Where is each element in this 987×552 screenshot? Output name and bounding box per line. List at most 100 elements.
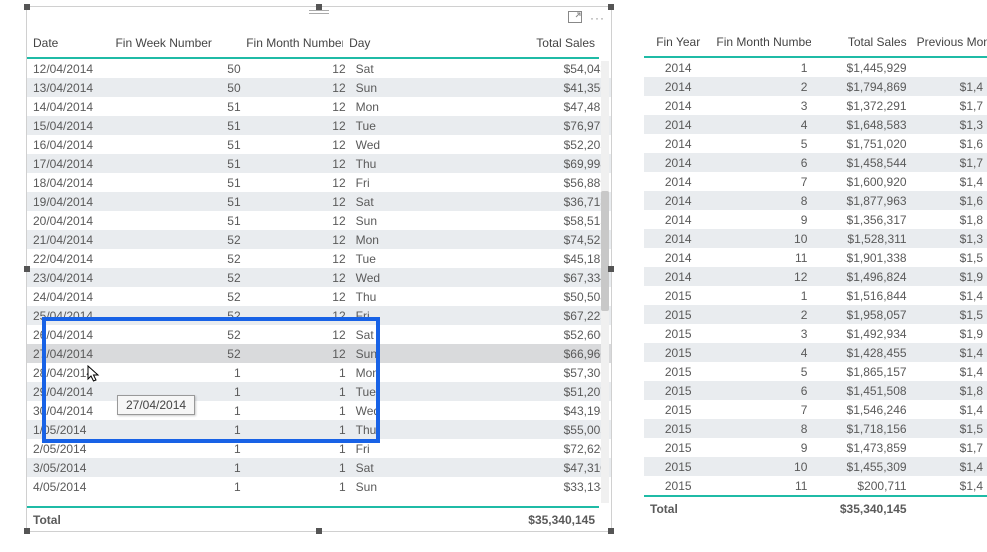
table-row[interactable]: 19/04/20145112Sat$36,713 [27, 192, 611, 211]
cell-fin-week[interactable]: 52 [111, 251, 245, 267]
cell-total-sales[interactable]: $1,455,309 [811, 459, 910, 475]
cell-fin-month[interactable]: 1 [710, 288, 811, 304]
cell-total-sales[interactable]: $67,334 [451, 270, 611, 286]
cell-fin-month[interactable]: 12 [245, 61, 350, 77]
cell-date[interactable]: 21/04/2014 [27, 232, 111, 248]
cell-day[interactable]: Sun [350, 479, 451, 495]
cell-fin-month[interactable]: 12 [245, 270, 350, 286]
cell-fin-month[interactable]: 3 [710, 326, 811, 342]
cell-total-sales[interactable]: $45,187 [451, 251, 611, 267]
table-row[interactable]: 20146$1,458,544$1,7 [644, 153, 987, 172]
cell-fin-week[interactable]: 52 [111, 270, 245, 286]
cell-total-sales[interactable]: $1,794,869 [811, 79, 910, 95]
cell-previous-month[interactable]: $1,9 [911, 326, 987, 342]
table-row[interactable]: 20141$1,445,929 [644, 58, 987, 77]
cell-fin-week[interactable]: 51 [111, 156, 245, 172]
cell-fin-year[interactable]: 2015 [644, 459, 710, 475]
cell-day[interactable]: Mon [350, 232, 451, 248]
cell-day[interactable]: Sat [350, 460, 451, 476]
cell-fin-week[interactable]: 52 [111, 232, 245, 248]
cell-fin-month[interactable]: 12 [245, 251, 350, 267]
cell-previous-month[interactable]: $1,5 [911, 250, 987, 266]
table-row[interactable]: 12/04/20145012Sat$54,043 [27, 59, 611, 78]
cell-total-sales[interactable]: $1,451,508 [811, 383, 910, 399]
cell-fin-week[interactable]: 52 [111, 289, 245, 305]
table-row[interactable]: 20158$1,718,156$1,5 [644, 419, 987, 438]
cell-fin-year[interactable]: 2014 [644, 117, 710, 133]
cell-fin-month[interactable]: 8 [710, 193, 811, 209]
col-header-date[interactable]: Date [27, 35, 109, 51]
resize-handle[interactable] [24, 266, 30, 272]
cell-fin-week[interactable]: 51 [111, 194, 245, 210]
cell-fin-year[interactable]: 2014 [644, 60, 710, 76]
cell-previous-month[interactable]: $1,6 [911, 136, 987, 152]
cell-total-sales[interactable]: $51,207 [451, 384, 611, 400]
cell-date[interactable]: 17/04/2014 [27, 156, 111, 172]
cell-fin-year[interactable]: 2014 [644, 193, 710, 209]
cell-fin-month[interactable]: 6 [710, 155, 811, 171]
resize-handle[interactable] [608, 528, 614, 534]
cell-fin-year[interactable]: 2015 [644, 478, 710, 494]
table-row[interactable]: 20142$1,794,869$1,4 [644, 77, 987, 96]
cell-fin-month[interactable]: 12 [245, 80, 350, 96]
cell-fin-month[interactable]: 12 [245, 137, 350, 153]
cell-fin-month[interactable]: 5 [710, 364, 811, 380]
table-row[interactable]: 20155$1,865,157$1,4 [644, 362, 987, 381]
cell-fin-month[interactable]: 11 [710, 250, 811, 266]
cell-total-sales[interactable]: $1,648,583 [811, 117, 910, 133]
cell-fin-week[interactable]: 1 [111, 479, 245, 495]
cell-total-sales[interactable]: $1,458,544 [811, 155, 910, 171]
table-row[interactable]: 20153$1,492,934$1,9 [644, 324, 987, 343]
cell-total-sales[interactable]: $72,620 [451, 441, 611, 457]
cell-fin-year[interactable]: 2014 [644, 231, 710, 247]
cell-total-sales[interactable]: $200,711 [811, 478, 910, 494]
cell-previous-month[interactable]: $1,8 [911, 212, 987, 228]
cell-date[interactable]: 4/05/2014 [27, 479, 111, 495]
cell-date[interactable]: 23/04/2014 [27, 270, 111, 286]
table-row[interactable]: 17/04/20145112Thu$69,998 [27, 154, 611, 173]
cell-previous-month[interactable]: $1,9 [911, 269, 987, 285]
cell-total-sales[interactable]: $1,528,311 [811, 231, 910, 247]
cell-fin-month[interactable]: 7 [710, 402, 811, 418]
table-row[interactable]: 20152$1,958,057$1,5 [644, 305, 987, 324]
cell-fin-month[interactable]: 11 [710, 478, 811, 494]
cell-fin-month[interactable]: 12 [245, 156, 350, 172]
table-visual-monthly[interactable]: Fin Year Fin Month Number Total Sales Pr… [644, 28, 987, 536]
cell-day[interactable]: Mon [350, 99, 451, 115]
cell-day[interactable]: Sat [350, 61, 451, 77]
col-header-previous-month[interactable]: Previous Month [911, 34, 987, 50]
cell-day[interactable]: Thu [350, 156, 451, 172]
cell-total-sales[interactable]: $1,865,157 [811, 364, 910, 380]
cell-previous-month[interactable]: $1,5 [911, 307, 987, 323]
cell-fin-year[interactable]: 2015 [644, 288, 710, 304]
cell-fin-week[interactable]: 1 [111, 460, 245, 476]
drag-grip-icon[interactable] [309, 10, 329, 14]
table-row[interactable]: 201510$1,455,309$1,4 [644, 457, 987, 476]
cell-fin-year[interactable]: 2015 [644, 345, 710, 361]
cell-total-sales[interactable]: $1,473,859 [811, 440, 910, 456]
cell-previous-month[interactable]: $1,4 [911, 402, 987, 418]
cell-total-sales[interactable]: $54,043 [451, 61, 611, 77]
col-header-fin-week[interactable]: Fin Week Number [109, 35, 240, 51]
table-row[interactable]: 201412$1,496,824$1,9 [644, 267, 987, 286]
table-row[interactable]: 20147$1,600,920$1,4 [644, 172, 987, 191]
cell-fin-week[interactable]: 51 [111, 118, 245, 134]
table-row[interactable]: 20145$1,751,020$1,6 [644, 134, 987, 153]
col-header-fin-month[interactable]: Fin Month Number [240, 35, 343, 51]
resize-handle[interactable] [316, 4, 322, 10]
cell-total-sales[interactable]: $1,546,246 [811, 402, 910, 418]
cell-total-sales[interactable]: $41,356 [451, 80, 611, 96]
cell-total-sales[interactable]: $1,372,291 [811, 98, 910, 114]
table-row[interactable]: 20144$1,648,583$1,3 [644, 115, 987, 134]
table-row[interactable]: 23/04/20145212Wed$67,334 [27, 268, 611, 287]
cell-previous-month[interactable]: $1,4 [911, 478, 987, 494]
cell-day[interactable]: Tue [350, 118, 451, 134]
scrollbar-thumb[interactable] [601, 191, 609, 311]
cell-fin-month[interactable]: 1 [710, 60, 811, 76]
cell-total-sales[interactable]: $55,005 [451, 422, 611, 438]
cell-total-sales[interactable]: $1,958,057 [811, 307, 910, 323]
cell-fin-month[interactable]: 12 [710, 269, 811, 285]
cell-previous-month[interactable]: $1,4 [911, 288, 987, 304]
cell-total-sales[interactable]: $56,889 [451, 175, 611, 191]
col-header-total-sales[interactable]: Total Sales [811, 34, 910, 50]
